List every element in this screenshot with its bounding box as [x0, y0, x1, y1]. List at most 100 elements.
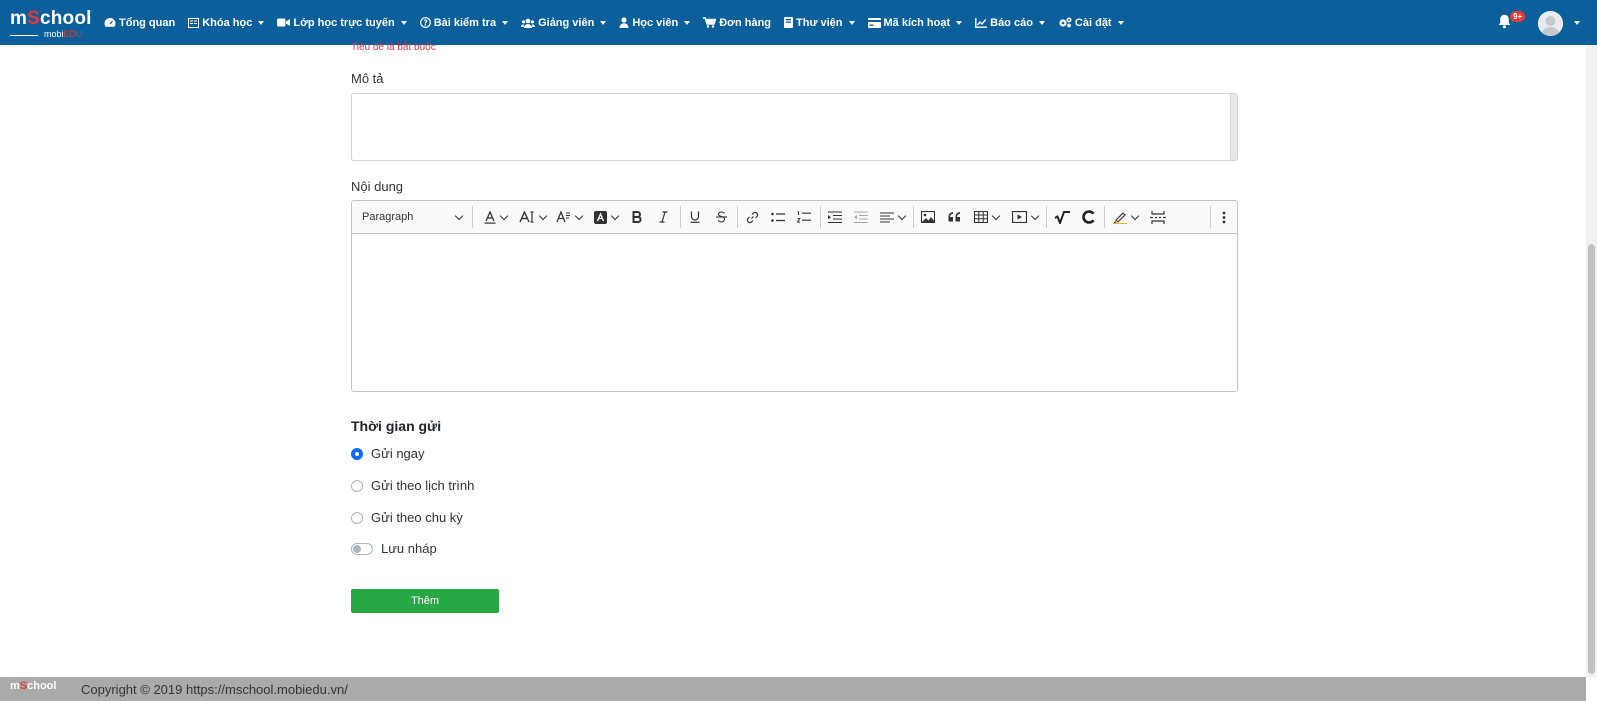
chemistry-icon	[1082, 210, 1095, 224]
chevron-down-icon	[956, 20, 963, 25]
chart-icon	[975, 17, 988, 28]
blockquote-button[interactable]	[943, 201, 965, 233]
radio-button-checked[interactable]	[351, 447, 363, 460]
svg-text:?: ?	[423, 18, 427, 27]
nav-item-lop-hoc-truc-tuyen[interactable]: Lớp học trực tuyến	[277, 17, 407, 29]
avatar[interactable]	[1538, 11, 1563, 36]
italic-button[interactable]	[652, 201, 674, 233]
chevron-down-icon	[848, 20, 855, 25]
description-label: Mô tả	[351, 71, 384, 86]
book-icon	[188, 17, 200, 28]
editor-content-area[interactable]	[352, 234, 1237, 392]
footer: mSchool Copyright © 2019 https://mschool…	[0, 677, 1586, 701]
description-textarea[interactable]	[351, 93, 1238, 161]
numbered-list-button[interactable]	[793, 201, 815, 233]
nav-item-khoa-hoc[interactable]: Khóa học	[188, 17, 265, 29]
radio-button[interactable]	[351, 511, 363, 524]
mschool-logo[interactable]: mSchool mobiEDU	[10, 9, 91, 39]
font-color-button[interactable]	[480, 201, 510, 233]
notification-badge: 9+	[1510, 11, 1526, 22]
underline-icon	[690, 211, 700, 223]
rich-text-editor: Paragraph	[351, 200, 1238, 392]
nav-item-hoc-vien[interactable]: Học viên	[619, 17, 691, 29]
scrollbar-thumb[interactable]	[1588, 244, 1595, 674]
user-icon	[619, 17, 629, 28]
save-draft-toggle-row[interactable]: Lưu nháp	[351, 541, 437, 556]
user-avatar-icon	[1538, 11, 1563, 36]
chemistry-formula-button[interactable]	[1077, 201, 1101, 233]
cart-icon	[703, 17, 717, 28]
nav-item-ma-kich-hoat[interactable]: Mã kích hoạt	[867, 17, 963, 29]
radio-send-now[interactable]: Gửi ngay	[351, 446, 425, 461]
background-color-button[interactable]	[591, 201, 621, 233]
font-family-icon	[556, 211, 570, 223]
background-color-icon	[594, 210, 607, 224]
font-color-icon	[484, 210, 495, 224]
text-align-button[interactable]	[876, 201, 908, 233]
italic-icon	[659, 211, 667, 223]
underline-button[interactable]	[684, 201, 706, 233]
highlight-button[interactable]	[1108, 201, 1142, 233]
chevron-down-icon	[574, 211, 584, 220]
chevron-down-icon	[991, 211, 1000, 220]
media-icon	[1012, 211, 1027, 223]
textarea-resize-handle[interactable]	[1230, 94, 1237, 160]
nav-item-giang-vien[interactable]: Giảng viên	[521, 17, 607, 29]
more-options-button[interactable]	[1214, 201, 1234, 233]
chevron-down-icon	[1117, 20, 1124, 25]
bulleted-list-icon	[771, 212, 785, 222]
page-break-icon	[1150, 210, 1166, 224]
nav-item-bao-cao[interactable]: Báo cáo	[975, 17, 1045, 29]
nav-item-tong-quan[interactable]: Tổng quan	[104, 17, 175, 29]
paragraph-select[interactable]: Paragraph	[362, 201, 464, 233]
add-button[interactable]: Thêm	[351, 589, 499, 613]
footer-logo: mSchool	[10, 680, 57, 692]
numbered-list-icon	[797, 211, 811, 223]
chevron-down-icon	[400, 20, 407, 25]
title-error-message: Tiêu đề là bắt buộc	[351, 42, 436, 53]
font-size-icon	[518, 211, 533, 223]
question-icon: ?	[419, 17, 431, 28]
video-icon	[277, 18, 291, 27]
insert-table-button[interactable]	[969, 201, 1003, 233]
top-navbar: mSchool mobiEDU Tổng quan Khóa học Lớp h…	[0, 0, 1597, 45]
dashboard-icon	[104, 18, 116, 27]
outdent-icon	[854, 211, 868, 223]
nav-item-thu-vien[interactable]: Thư viện	[784, 17, 855, 29]
users-icon	[521, 18, 536, 28]
save-draft-switch[interactable]	[351, 542, 373, 555]
bulleted-list-button[interactable]	[767, 201, 789, 233]
page-break-button[interactable]	[1145, 201, 1171, 233]
editor-toolbar: Paragraph	[352, 201, 1237, 234]
strikethrough-icon	[715, 211, 727, 223]
gears-icon	[1059, 17, 1072, 28]
nav-item-bai-kiem-tra[interactable]: ? Bài kiểm tra	[419, 17, 509, 29]
strikethrough-button[interactable]	[710, 201, 732, 233]
chevron-down-icon	[502, 20, 509, 25]
outdent-button[interactable]	[850, 201, 872, 233]
radio-button[interactable]	[351, 479, 363, 492]
chevron-down-icon[interactable]	[1574, 21, 1580, 25]
chevron-down-icon	[499, 211, 508, 220]
chevron-down-icon	[684, 20, 691, 25]
indent-button[interactable]	[824, 201, 846, 233]
bold-button[interactable]	[626, 201, 648, 233]
chevron-down-icon	[897, 211, 906, 220]
math-formula-icon	[1054, 210, 1070, 224]
copyright-text: Copyright © 2019 https://mschool.mobiedu…	[81, 682, 348, 697]
link-button[interactable]	[741, 201, 763, 233]
math-formula-button[interactable]	[1050, 201, 1074, 233]
quote-icon	[948, 212, 960, 222]
table-icon	[973, 211, 988, 223]
main-menu: Tổng quan Khóa học Lớp học trực tuyến ? …	[104, 0, 1137, 45]
highlighter-icon	[1112, 211, 1127, 224]
font-size-button[interactable]	[516, 201, 548, 233]
radio-send-by-schedule[interactable]: Gửi theo lịch trình	[351, 478, 474, 493]
insert-image-button[interactable]	[917, 201, 939, 233]
nav-item-don-hang[interactable]: Đơn hàng	[703, 17, 771, 29]
font-family-button[interactable]	[553, 201, 585, 233]
send-time-title: Thời gian gửi	[351, 418, 442, 434]
nav-item-cai-dat[interactable]: Cài đặt	[1058, 17, 1124, 29]
insert-media-button[interactable]	[1008, 201, 1042, 233]
radio-send-by-cycle[interactable]: Gửi theo chu kỳ	[351, 510, 463, 525]
